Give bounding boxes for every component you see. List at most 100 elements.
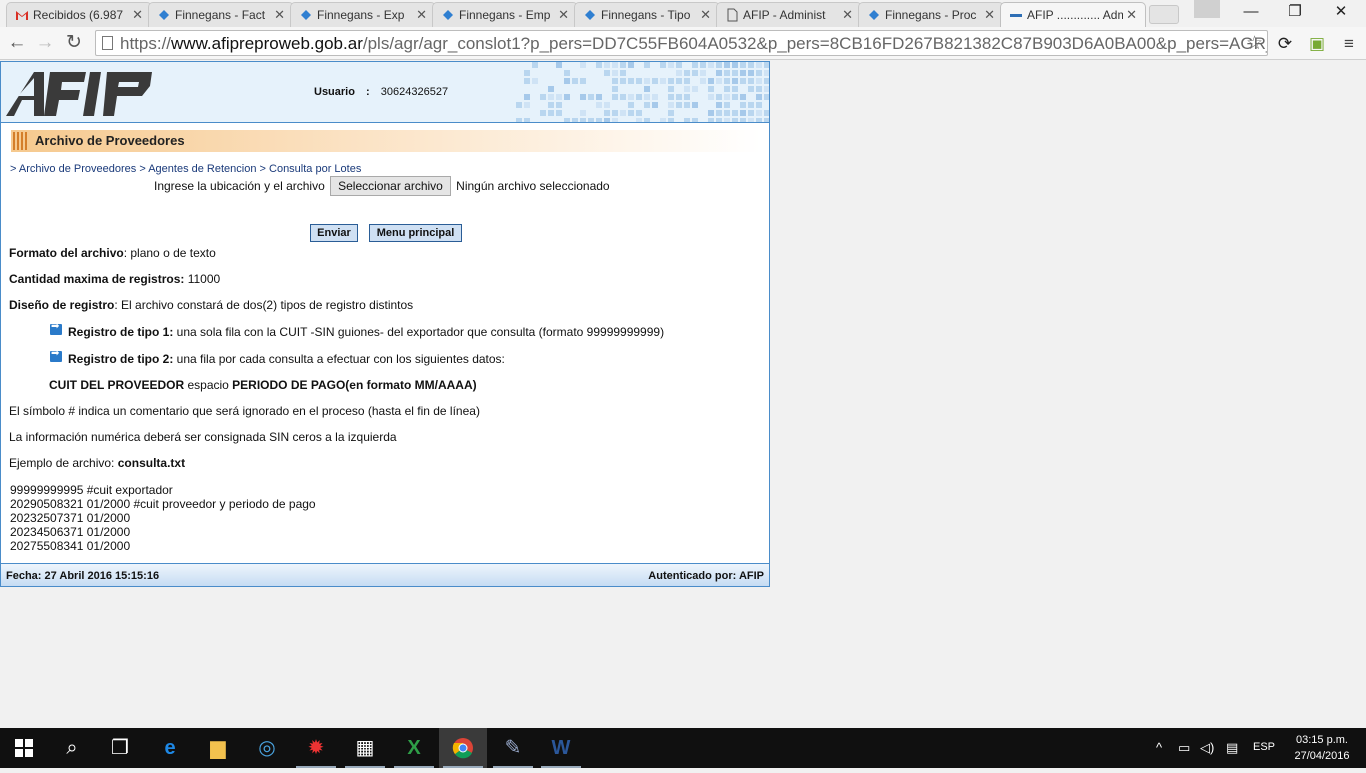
breadcrumb-consulta[interactable]: > Consulta por Lotes <box>256 163 362 175</box>
page-viewport: Usuario : 30624326527 Archivo de Proveed… <box>0 60 1366 728</box>
afip-footer: Fecha: 27 Abril 2016 15:15:16 Autenticad… <box>1 563 769 586</box>
sync-extension-icon[interactable]: ⟳ <box>1274 33 1296 55</box>
breadcrumb-agentes[interactable]: > Agentes de Retencion <box>136 163 256 175</box>
user-label: Usuario <box>314 86 355 98</box>
max-records-value: 11000 <box>184 272 221 286</box>
language-indicator[interactable]: ESP <box>1253 741 1275 753</box>
tab-finnegans-tipo[interactable]: Finnegans - Tipo ✕ <box>574 2 720 27</box>
design-value: : El archivo constará de dos(2) tipos de… <box>114 298 414 312</box>
arrow-right-icon <box>50 321 62 335</box>
red-app-icon[interactable]: ✹ <box>292 728 340 768</box>
action-center-icon[interactable]: ▤ <box>1226 740 1238 756</box>
chrome-icon[interactable] <box>439 728 487 768</box>
tab-finnegans-emp[interactable]: Finnegans - Emp ✕ <box>432 2 578 27</box>
section-header: Archivo de Proveedores <box>11 130 761 152</box>
afip-icon <box>1010 14 1022 17</box>
section-bars-icon <box>13 132 27 150</box>
max-records-label: Cantidad maxima de registros: <box>9 272 185 286</box>
send-button[interactable]: Enviar <box>310 224 358 242</box>
example-label: Ejemplo de archivo: <box>9 456 118 470</box>
decorative-mosaic <box>516 62 769 122</box>
url-host: www.afipreproweb.gob.ar <box>171 34 363 53</box>
word-icon[interactable]: W <box>537 728 585 768</box>
page-info-icon[interactable] <box>102 36 113 50</box>
example-row: 20232507371 01/2000 <box>10 511 131 525</box>
close-icon[interactable]: ✕ <box>700 7 711 23</box>
forward-icon[interactable]: → <box>34 32 56 54</box>
register-type2-label: Registro de tipo 2: <box>68 352 174 366</box>
bookmark-star-icon[interactable]: ☆ <box>1246 32 1263 55</box>
tab-finnegans-exp[interactable]: Finnegans - Exp ✕ <box>290 2 436 27</box>
address-bar[interactable]: https://www.afipreproweb.gob.ar/pls/agr/… <box>95 30 1268 56</box>
tab-afip-administ[interactable]: AFIP - Administ ✕ <box>716 2 862 27</box>
afip-logo <box>6 72 152 116</box>
example-row: 99999999995 #cuit exportador <box>10 483 173 497</box>
tab-title: Finnegans - Tipo <box>601 8 691 22</box>
format-label: Formato del archivo <box>9 246 124 260</box>
example-row: 20275508341 01/2000 <box>10 539 131 553</box>
volume-icon[interactable]: ◁) <box>1200 740 1214 756</box>
close-icon[interactable]: ✕ <box>558 7 569 23</box>
afip-header: Usuario : 30624326527 <box>1 62 769 123</box>
browser-toolbar: ← → ↻ https://www.afipreproweb.gob.ar/pl… <box>0 27 1366 60</box>
reload-icon[interactable]: ↻ <box>63 32 85 54</box>
finnegans-icon <box>301 10 311 20</box>
example-filename: consulta.txt <box>117 456 186 470</box>
restore-icon[interactable]: ❐ <box>1272 0 1318 26</box>
tab-finnegans-proc[interactable]: Finnegans - Proc ✕ <box>858 2 1004 27</box>
tab-afip-active[interactable]: AFIP ............. Adm ✕ <box>1000 2 1146 27</box>
close-icon[interactable]: ✕ <box>984 7 995 23</box>
back-icon[interactable]: ← <box>6 32 28 54</box>
space-word: espacio <box>184 378 233 392</box>
calculator-icon[interactable]: ▦ <box>341 728 389 768</box>
breadcrumb-archivo[interactable]: > Archivo de Proveedores <box>10 163 136 175</box>
close-icon[interactable]: ✕ <box>132 7 143 23</box>
profile-icon[interactable] <box>1194 0 1220 18</box>
windows-start-icon[interactable] <box>0 728 48 768</box>
period-label: PERIODO DE PAGO(en formato MM/AAAA) <box>232 378 477 392</box>
format-value: : plano o de texto <box>123 246 216 260</box>
main-menu-button[interactable]: Menu principal <box>369 224 462 242</box>
clock-date: 27/04/2016 <box>1294 750 1350 762</box>
task-view-icon[interactable]: ❐ <box>96 728 144 768</box>
close-icon[interactable]: ✕ <box>1126 7 1137 23</box>
paint-icon[interactable]: ✎ <box>489 728 537 768</box>
tab-title: Recibidos (6.987 <box>33 8 124 22</box>
tab-finnegans-fact[interactable]: Finnegans - Fact ✕ <box>148 2 294 27</box>
excel-icon[interactable]: X <box>390 728 438 768</box>
network-icon[interactable]: ▭ <box>1178 740 1190 756</box>
user-value: 30624326527 <box>380 86 449 98</box>
close-icon[interactable]: ✕ <box>842 7 853 23</box>
tv-extension-icon[interactable]: ▣ <box>1306 33 1328 55</box>
tab-title: AFIP ............. Adm <box>1027 8 1123 22</box>
gmail-icon <box>16 11 28 20</box>
register-type2-value: una fila por cada consulta a efectuar co… <box>173 352 505 366</box>
edge-icon[interactable]: e <box>146 728 194 768</box>
finnegans-icon <box>585 10 595 20</box>
chevron-up-icon[interactable]: ^ <box>1156 740 1162 755</box>
clock-time: 03:15 p.m. <box>1296 734 1348 746</box>
windows-taskbar: ⌕ ❐ e ▆ ◎ ✹ ▦ X ✎ W ^ ▭ ◁) ▤ ESP 03:15 p… <box>0 728 1366 768</box>
tab-title: Finnegans - Emp <box>459 8 551 22</box>
file-status: Ningún archivo seleccionado <box>456 179 610 193</box>
register-type1-label: Registro de tipo 1: <box>68 325 174 339</box>
register-type1-line: Registro de tipo 1: una sola fila con la… <box>68 325 664 339</box>
minimize-icon[interactable]: — <box>1228 0 1274 26</box>
finnegans-icon <box>869 10 879 20</box>
tab-gmail[interactable]: Recibidos (6.987 ✕ <box>6 2 152 27</box>
remote-app-icon[interactable]: ◎ <box>243 728 291 768</box>
url-path: /pls/agr/agr_conslot1?p_pers=DD7C55FB604… <box>362 34 1268 53</box>
finnegans-icon <box>443 10 453 20</box>
system-clock[interactable]: 03:15 p.m. 27/04/2016 <box>1285 732 1359 764</box>
choose-file-button[interactable]: Seleccionar archivo <box>330 176 451 196</box>
search-icon[interactable]: ⌕ <box>48 728 96 768</box>
close-icon[interactable]: ✕ <box>274 7 285 23</box>
file-explorer-icon[interactable]: ▆ <box>194 728 242 768</box>
browser-tab-bar: Recibidos (6.987 ✕ Finnegans - Fact ✕ Fi… <box>0 0 1366 27</box>
tab-title: Finnegans - Exp <box>317 8 405 22</box>
new-tab-button[interactable] <box>1149 5 1179 24</box>
close-icon[interactable]: ✕ <box>416 7 427 23</box>
window-close-icon[interactable]: ✕ <box>1318 0 1364 26</box>
chrome-menu-icon[interactable]: ≡ <box>1338 33 1360 55</box>
url-scheme: https:// <box>120 34 172 53</box>
